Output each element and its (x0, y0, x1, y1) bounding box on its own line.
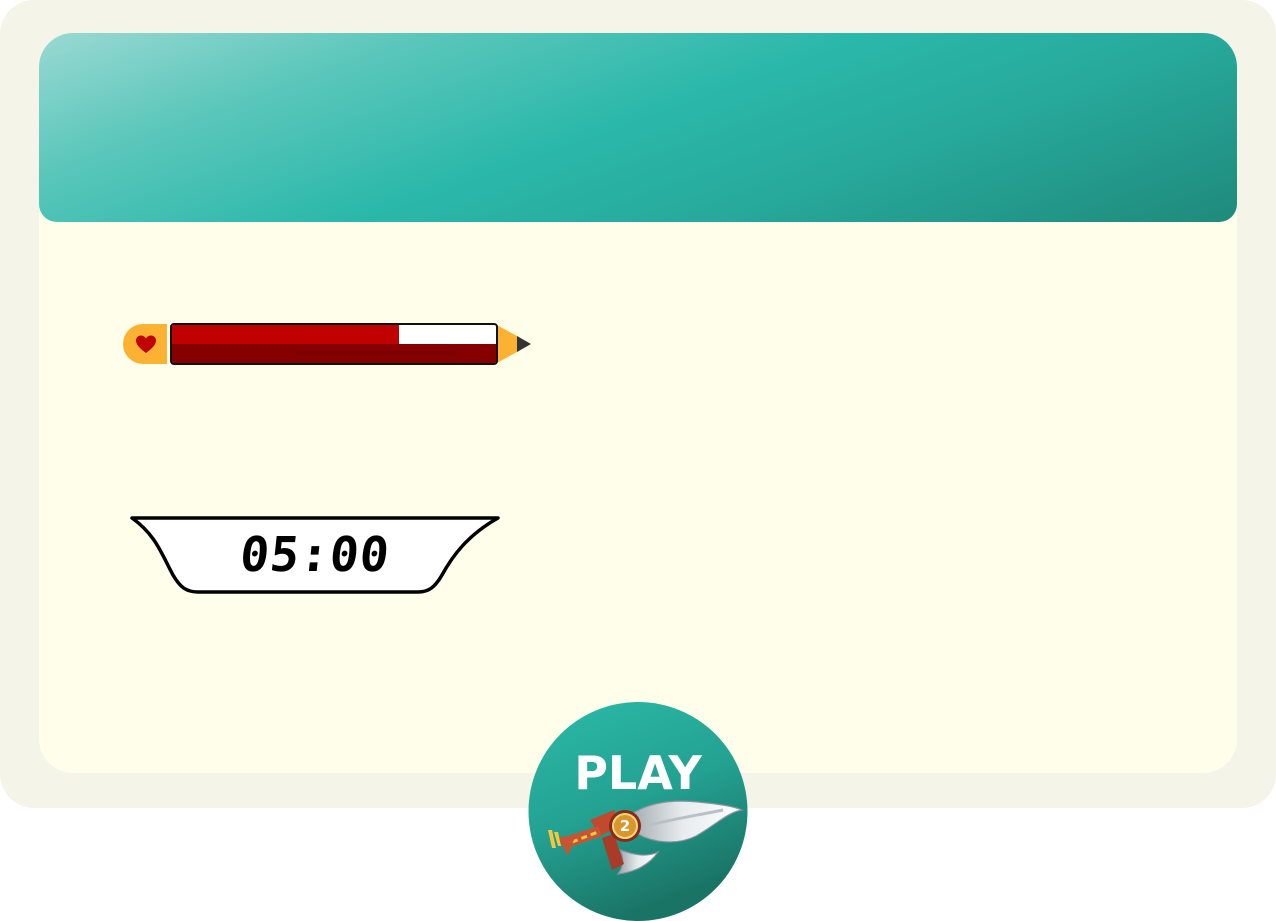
health-bar-point (517, 336, 531, 352)
game-frame (0, 0, 1276, 808)
play-label: PLAY (574, 746, 702, 800)
timer: 05:00 (128, 515, 502, 597)
timer-display: 05:00 (237, 527, 393, 583)
health-bar-fill (172, 325, 399, 344)
health-bar-tip (495, 324, 517, 364)
health-bar (123, 323, 531, 365)
game-panel (39, 33, 1237, 773)
play-button[interactable]: PLAY 2 (528, 702, 748, 921)
sword-badge-number: 2 (619, 817, 631, 835)
header-banner (39, 33, 1237, 222)
health-bar-shadow (296, 351, 456, 356)
play-button-circle (528, 702, 748, 921)
